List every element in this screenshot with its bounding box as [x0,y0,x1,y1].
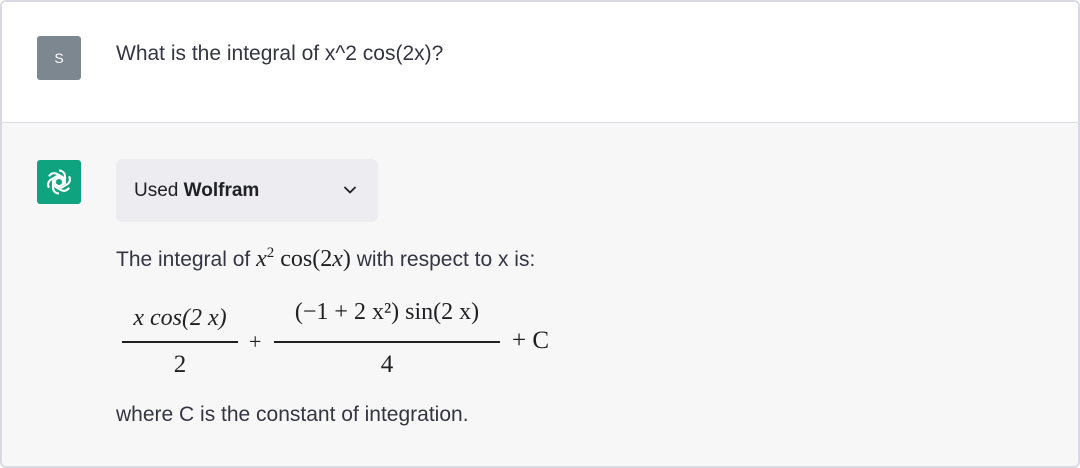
fraction-term-1-denominator: 2 [173,351,187,378]
integrand-func: cos(2 [280,246,333,272]
plus-operator: + [249,329,262,354]
tool-name: Wolfram [183,180,260,201]
fraction-term-2-denominator: 4 [380,351,394,378]
assistant-avatar [37,160,81,204]
user-message: S What is the integral of x^2 cos(2x)? [2,2,1078,123]
tool-prefix: Used [134,180,179,201]
integrand-var: x [332,246,343,272]
intro-text-before: The integral of [116,248,251,271]
integrand-expression: x2 cos(2x) [256,245,351,272]
integrand-close: ) [342,246,351,272]
fraction-bar-2 [274,341,500,343]
plus-constant: + C [512,327,550,354]
tool-usage-label: Used Wolfram [134,180,259,202]
answer-outro: where C is the constant of integration. [116,403,469,426]
intro-text-after: with respect to x is: [356,248,536,271]
fraction-term-2-numerator: (−1 + 2 x²) sin(2 x) [294,299,480,325]
fraction-term-2: (−1 + 2 x²) sin(2 x) 4 [274,289,500,384]
chat-window: S What is the integral of x^2 cos(2x)? U… [0,0,1080,468]
fraction-term-1: x cos(2 x) 2 [122,289,238,384]
fraction-term-1-numerator: x cos(2 x) [133,305,227,331]
tool-usage-toggle[interactable]: Used Wolfram [116,159,378,222]
integrand-exponent: 2 [266,245,275,261]
fraction-bar-1 [122,341,238,343]
openai-logo-icon [47,169,71,195]
assistant-message: Used Wolfram The integral of x2 cos(2x) … [2,123,1078,466]
integrand-base: x [256,246,267,272]
answer-intro: The integral of x2 cos(2x) with respect … [116,245,535,273]
user-message-text: What is the integral of x^2 cos(2x)? [116,42,444,65]
user-avatar: S [37,36,81,80]
chevron-down-icon [344,186,356,194]
